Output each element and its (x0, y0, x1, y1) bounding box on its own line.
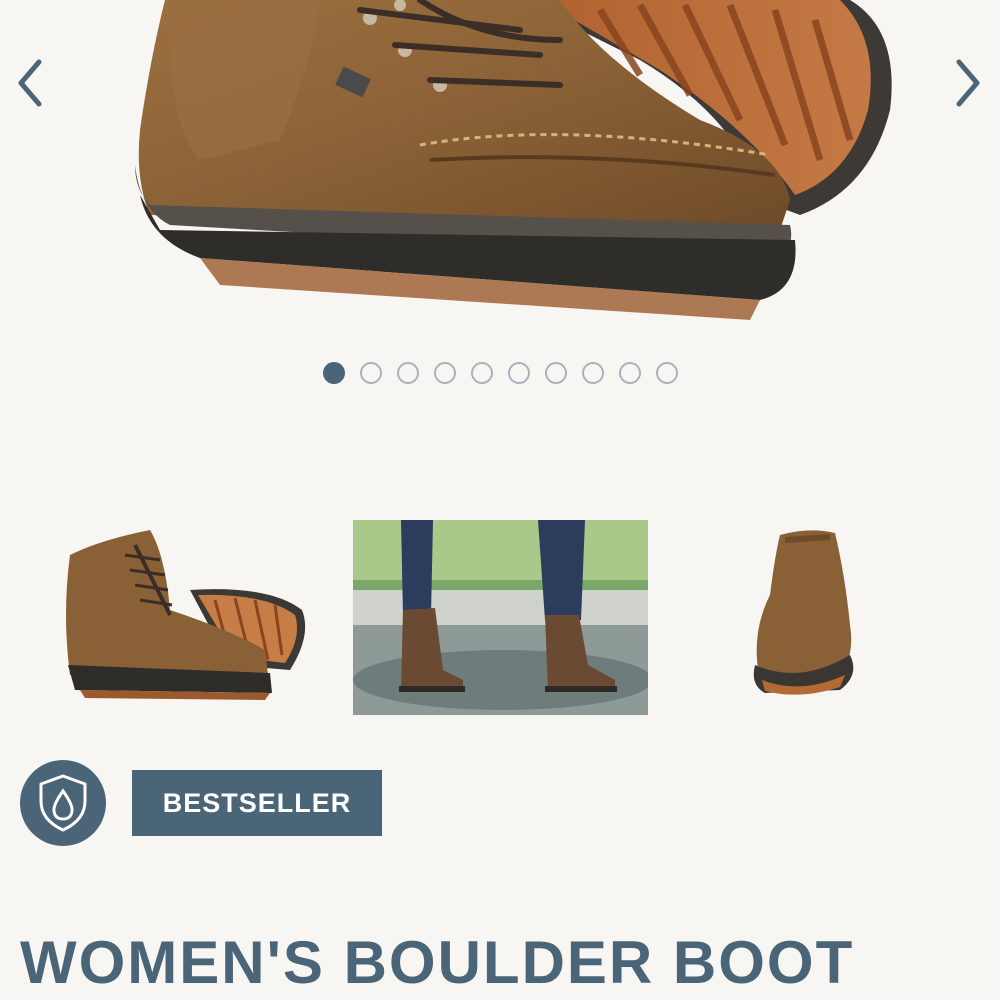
chevron-right-icon (956, 59, 980, 107)
thumbnail-boot-pair[interactable] (40, 515, 330, 715)
thumbnail-boot-back[interactable] (700, 515, 920, 715)
carousel-dot-4[interactable] (433, 362, 456, 384)
carousel-dot-3[interactable] (396, 362, 419, 384)
product-title: WOMEN'S BOULDER BOOT (20, 929, 855, 996)
product-page: BESTSELLER WOMEN'S BOULDER BOOT (0, 0, 1000, 1000)
chevron-left-icon (18, 59, 42, 107)
waterproof-shield-icon (39, 774, 87, 832)
carousel-next-button[interactable] (948, 55, 988, 111)
thumbnail-boots-in-puddle[interactable] (353, 520, 648, 715)
carousel-dot-6[interactable] (507, 362, 530, 384)
carousel-dot-9[interactable] (618, 362, 641, 384)
product-image-carousel[interactable] (0, 0, 1000, 345)
carousel-dot-10[interactable] (655, 362, 678, 384)
carousel-dot-1[interactable] (322, 362, 345, 384)
product-badges: BESTSELLER (20, 760, 980, 850)
carousel-dot-8[interactable] (581, 362, 604, 384)
bestseller-badge: BESTSELLER (132, 770, 382, 836)
boots-in-puddle-thumbnail (353, 520, 648, 715)
boot-back-view-thumbnail (753, 530, 854, 695)
boot-hero-image (135, 0, 892, 320)
carousel-dot-2[interactable] (359, 362, 382, 384)
boot-pair-thumbnail (66, 530, 306, 700)
carousel-dot-7[interactable] (544, 362, 567, 384)
carousel-prev-button[interactable] (10, 55, 50, 111)
carousel-dot-5[interactable] (470, 362, 493, 384)
waterproof-badge (20, 760, 106, 846)
thumbnail-strip (0, 515, 1000, 720)
carousel-pagination (0, 362, 1000, 390)
